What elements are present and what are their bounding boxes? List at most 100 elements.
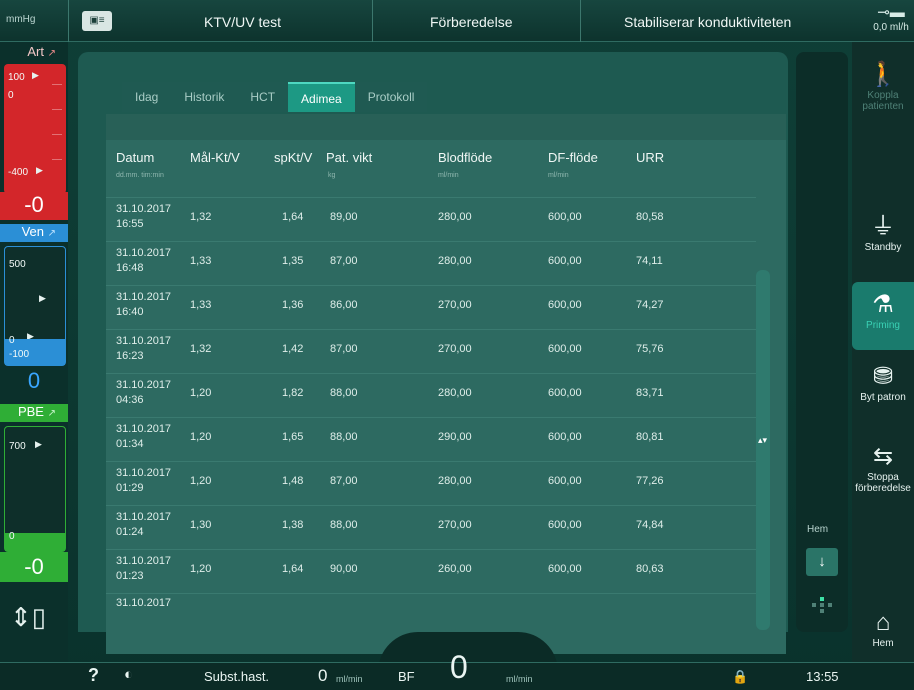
cell-urr: 77,26	[636, 475, 664, 487]
table-top-bar	[106, 114, 786, 140]
cell-date-day: 31.10.2017	[116, 291, 172, 303]
cell-df-flow: 600,00	[548, 563, 582, 575]
cell-urr: 80,63	[636, 563, 664, 575]
cell-bloodflow: 290,00	[438, 431, 472, 443]
art-zero-scale: 0	[8, 90, 14, 101]
cell-spktv: 1,42	[282, 343, 304, 355]
cell-date: 31.10.2017 01:34	[116, 422, 171, 452]
cell-date: 31.10.2017 01:23	[116, 554, 171, 584]
cell-urr: 74,84	[636, 519, 664, 531]
table-row[interactable]: 31.10.2017 16:23 1,32 1,42 87,00 270,00 600,00…	[106, 329, 756, 373]
pbe-value: -0	[0, 552, 68, 582]
pressure-unit: mmHg	[6, 14, 36, 25]
cell-bloodflow: 270,00	[438, 299, 472, 311]
cell-bloodflow: 280,00	[438, 387, 472, 399]
cell-weight: 87,00	[330, 343, 358, 355]
cell-date-time: 16:48	[116, 262, 144, 274]
uf-readout[interactable]: ⊸▬ 0,0 ml/h	[868, 4, 914, 40]
divider	[372, 0, 373, 42]
lock-icon[interactable]: 🔒	[732, 669, 748, 685]
table-row[interactable]: 31.10.2017 01:34 1,20 1,65 88,00 290,00 600,00…	[106, 417, 756, 461]
art-gauge[interactable]: 100 ▶ 0 -400 ▶	[4, 64, 66, 194]
cell-target-ktv: 1,33	[190, 299, 212, 311]
divider	[68, 0, 69, 42]
cell-date: 31.10.2017 01:29	[116, 466, 171, 496]
tab-protokoll[interactable]: Protokoll	[354, 82, 428, 112]
table-row[interactable]: 31.10.2017 16:55 1,32 1,64 89,00 280,00 600,00…	[106, 197, 756, 241]
divider	[580, 0, 581, 42]
cell-date-time: 01:23	[116, 570, 144, 582]
keyboard-icon[interactable]: ▣≡	[82, 11, 112, 31]
cell-date-time: 04:36	[116, 394, 144, 406]
cell-date: 31.10.2017	[116, 597, 172, 609]
cell-urr: 75,76	[636, 343, 664, 355]
uf-value: 0,0 ml/h	[873, 22, 909, 33]
sidebar-item-stop-preparation[interactable]: ⇆ Stoppa förberedelse	[852, 442, 914, 494]
tick	[52, 134, 62, 135]
adjust-updown-icon[interactable]: ⇕▯	[10, 602, 46, 633]
bf-label: BF	[398, 669, 415, 684]
cell-date-day: 31.10.2017	[116, 335, 172, 347]
sidebar-item-priming[interactable]: ⚗ Priming	[852, 282, 914, 350]
art-bottom-scale: -400	[8, 167, 29, 178]
art-header[interactable]: Art ↗	[0, 44, 68, 62]
cell-date-time: 16:40	[116, 306, 144, 318]
subst-value[interactable]: 0	[318, 666, 327, 686]
subst-label: Subst.hast.	[204, 669, 270, 684]
patient-connect-icon: 🚶	[868, 61, 898, 88]
ven-label: Ven	[21, 224, 44, 239]
cell-bloodflow: 270,00	[438, 343, 472, 355]
pbe-header[interactable]: PBE ↗	[0, 404, 68, 422]
cell-bloodflow: 270,00	[438, 519, 472, 531]
sidebar-item-label: Standby	[864, 242, 902, 253]
tab-adimea[interactable]: Adimea	[288, 82, 355, 112]
table-row-partial[interactable]: 31.10.2017	[106, 593, 756, 613]
col-header-datum: Datum	[116, 150, 155, 165]
cell-spktv: 1,82	[282, 387, 304, 399]
sidebar-item-home[interactable]: ⌂ Hem	[852, 608, 914, 649]
scroll-down-button[interactable]: ↓	[806, 548, 838, 576]
col-header-weight: Pat. vikt	[326, 150, 373, 165]
cell-date: 31.10.2017 16:48	[116, 246, 171, 276]
sidebar-item-label: Hem	[872, 638, 894, 649]
subst-unit: ml/min	[336, 674, 363, 684]
cell-bloodflow: 280,00	[438, 475, 472, 487]
cell-weight: 87,00	[330, 255, 358, 267]
sidebar-item-change-cartridge[interactable]: ⛃ Byt patron	[852, 362, 914, 403]
cell-df-flow: 600,00	[548, 211, 582, 223]
table-row[interactable]: 31.10.2017 04:36 1,20 1,82 88,00 280,00 600,00…	[106, 373, 756, 417]
uf-icon: ⊸▬	[877, 4, 905, 21]
table-row[interactable]: 31.10.2017 01:29 1,20 1,48 87,00 280,00 600,00…	[106, 461, 756, 505]
col-header-bloodflow: Blodflöde	[438, 150, 493, 165]
art-limit-marker-icon: ▶	[36, 165, 43, 175]
sidebar-item-connect-patient[interactable]: 🚶 Koppla patienten	[852, 60, 914, 112]
clock-icon[interactable]: ◐	[124, 666, 133, 683]
table-row[interactable]: 31.10.2017 16:48 1,33 1,35 87,00 280,00 600,00…	[106, 241, 756, 285]
help-button[interactable]: ?	[88, 665, 99, 686]
sidebar-item-standby[interactable]: ⏚ Standby	[852, 212, 914, 253]
pbe-gauge[interactable]: 700 ▶ 0	[4, 426, 66, 552]
cell-urr: 80,58	[636, 211, 664, 223]
tab-idag[interactable]: Idag	[122, 82, 172, 112]
bf-value[interactable]: 0	[450, 649, 468, 686]
cell-df-flow: 600,00	[548, 431, 582, 443]
cell-target-ktv: 1,20	[190, 563, 212, 575]
table-row[interactable]: 31.10.2017 16:40 1,33 1,36 86,00 270,00 600,00…	[106, 285, 756, 329]
pressure-panel: Art ↗ 100 ▶ 0 -400 ▶ -0 Ven ↗ 500 ▶ ▶ 0 …	[0, 42, 68, 662]
ven-header[interactable]: Ven ↗	[0, 224, 68, 242]
grid-dots-icon[interactable]	[812, 597, 832, 617]
tab-hct[interactable]: HCT	[237, 82, 289, 112]
expand-icon: ↗	[47, 228, 56, 239]
table-row[interactable]: 31.10.2017 01:24 1,30 1,38 88,00 270,00 600,00…	[106, 505, 756, 549]
ven-gauge[interactable]: 500 ▶ ▶ 0 -100	[4, 246, 66, 366]
table-scrollbar[interactable]: ▴▾	[756, 270, 770, 630]
cell-df-flow: 600,00	[548, 299, 582, 311]
col-header-df-flow: DF-flöde	[548, 150, 598, 165]
cell-bloodflow: 260,00	[438, 563, 472, 575]
ven-top-scale: 500	[9, 259, 26, 270]
table-row[interactable]: 31.10.2017 01:23 1,20 1,64 90,00 260,00 600,00…	[106, 549, 756, 593]
cell-weight: 88,00	[330, 519, 358, 531]
tab-historik[interactable]: Historik	[171, 82, 238, 112]
home-icon: ⌂	[875, 609, 891, 636]
top-bar: mmHg ▣≡ KTV/UV test Förberedelse Stabili…	[0, 0, 914, 42]
